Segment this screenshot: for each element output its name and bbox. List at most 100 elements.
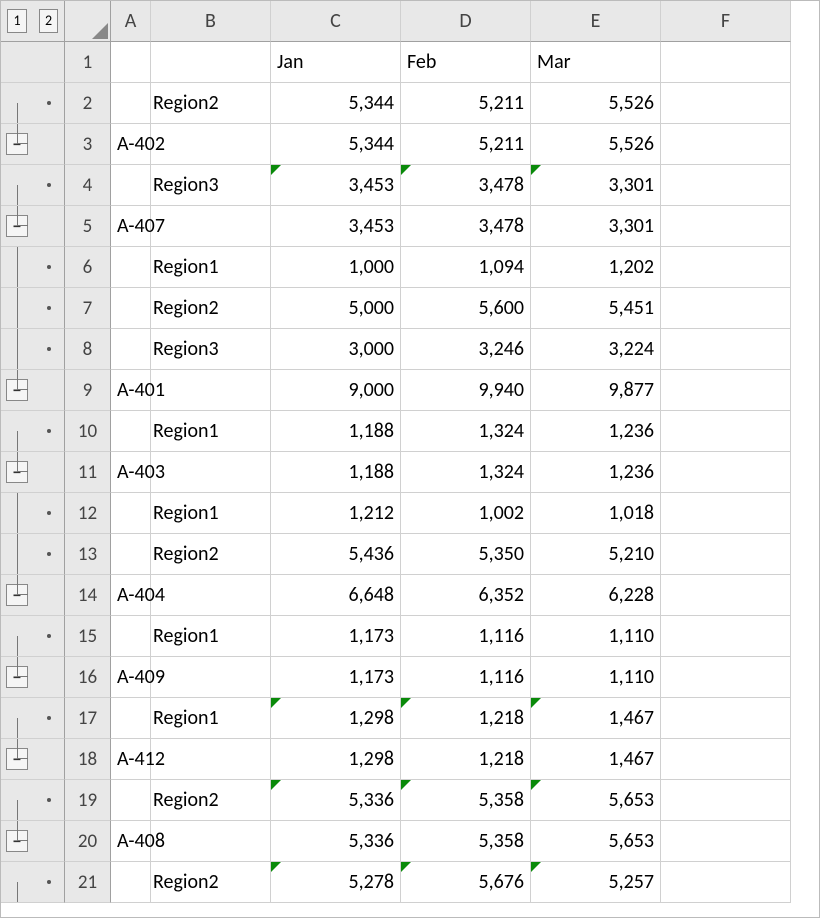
outline-col1-row19[interactable] bbox=[1, 780, 33, 821]
cell-B10[interactable]: Region1 bbox=[151, 411, 271, 452]
cell-F7[interactable] bbox=[661, 288, 791, 329]
cell-A3[interactable]: A-402 bbox=[111, 124, 151, 165]
cell-F19[interactable] bbox=[661, 780, 791, 821]
cell-C7[interactable]: 5,000 bbox=[271, 288, 401, 329]
outline-col1-row18[interactable]: − bbox=[1, 739, 33, 780]
outline-col2-row10[interactable] bbox=[33, 411, 65, 452]
cell-B16[interactable] bbox=[151, 657, 271, 698]
col-header-B[interactable]: B bbox=[151, 1, 271, 42]
cell-D13[interactable]: 5,350 bbox=[401, 534, 531, 575]
cell-D2[interactable]: 5,211 bbox=[401, 83, 531, 124]
row-header-9[interactable]: 9 bbox=[65, 370, 111, 411]
outline-col2-row9[interactable] bbox=[33, 370, 65, 411]
cell-D3[interactable]: 5,211 bbox=[401, 124, 531, 165]
outline-col1-row7[interactable] bbox=[1, 288, 33, 329]
outline-col2-row3[interactable] bbox=[33, 124, 65, 165]
cell-B11[interactable] bbox=[151, 452, 271, 493]
cell-F14[interactable] bbox=[661, 575, 791, 616]
cell-D16[interactable]: 1,116 bbox=[401, 657, 531, 698]
cell-E12[interactable]: 1,018 bbox=[531, 493, 661, 534]
outline-col2-row2[interactable] bbox=[33, 83, 65, 124]
outline-col2-row19[interactable] bbox=[33, 780, 65, 821]
col-header-E[interactable]: E bbox=[531, 1, 661, 42]
cell-B1[interactable] bbox=[151, 42, 271, 83]
row-header-21[interactable]: 21 bbox=[65, 862, 111, 903]
cell-A10[interactable] bbox=[111, 411, 151, 452]
outline-col2-row11[interactable] bbox=[33, 452, 65, 493]
cell-A21[interactable] bbox=[111, 862, 151, 903]
cell-A17[interactable] bbox=[111, 698, 151, 739]
row-header-15[interactable]: 15 bbox=[65, 616, 111, 657]
cell-A9[interactable]: A-401 bbox=[111, 370, 151, 411]
outline-col1-row15[interactable] bbox=[1, 616, 33, 657]
row-header-3[interactable]: 3 bbox=[65, 124, 111, 165]
cell-D11[interactable]: 1,324 bbox=[401, 452, 531, 493]
row-header-17[interactable]: 17 bbox=[65, 698, 111, 739]
cell-B17[interactable]: Region1 bbox=[151, 698, 271, 739]
cell-B15[interactable]: Region1 bbox=[151, 616, 271, 657]
cell-E7[interactable]: 5,451 bbox=[531, 288, 661, 329]
row-header-14[interactable]: 14 bbox=[65, 575, 111, 616]
cell-C6[interactable]: 1,000 bbox=[271, 247, 401, 288]
cell-E14[interactable]: 6,228 bbox=[531, 575, 661, 616]
cell-F12[interactable] bbox=[661, 493, 791, 534]
cell-F18[interactable] bbox=[661, 739, 791, 780]
cell-F9[interactable] bbox=[661, 370, 791, 411]
outline-col2-row12[interactable] bbox=[33, 493, 65, 534]
cell-B19[interactable]: Region2 bbox=[151, 780, 271, 821]
cell-D10[interactable]: 1,324 bbox=[401, 411, 531, 452]
outline-col2-row1[interactable] bbox=[33, 42, 65, 83]
cell-F16[interactable] bbox=[661, 657, 791, 698]
cell-B9[interactable] bbox=[151, 370, 271, 411]
outline-level-2-button[interactable]: 2 bbox=[39, 9, 58, 33]
cell-E21[interactable]: 5,257 bbox=[531, 862, 661, 903]
cell-D8[interactable]: 3,246 bbox=[401, 329, 531, 370]
outline-col1-row16[interactable]: − bbox=[1, 657, 33, 698]
outline-col2-row18[interactable] bbox=[33, 739, 65, 780]
cell-A19[interactable] bbox=[111, 780, 151, 821]
outline-col1-row13[interactable] bbox=[1, 534, 33, 575]
cell-C2[interactable]: 5,344 bbox=[271, 83, 401, 124]
outline-level-1[interactable]: 1 bbox=[1, 1, 33, 42]
cell-D14[interactable]: 6,352 bbox=[401, 575, 531, 616]
cell-D6[interactable]: 1,094 bbox=[401, 247, 531, 288]
row-header-19[interactable]: 19 bbox=[65, 780, 111, 821]
cell-D19[interactable]: 5,358 bbox=[401, 780, 531, 821]
cell-C21[interactable]: 5,278 bbox=[271, 862, 401, 903]
cell-E2[interactable]: 5,526 bbox=[531, 83, 661, 124]
cell-A5[interactable]: A-407 bbox=[111, 206, 151, 247]
cell-A7[interactable] bbox=[111, 288, 151, 329]
cell-E9[interactable]: 9,877 bbox=[531, 370, 661, 411]
row-header-16[interactable]: 16 bbox=[65, 657, 111, 698]
cell-A4[interactable] bbox=[111, 165, 151, 206]
row-header-18[interactable]: 18 bbox=[65, 739, 111, 780]
cell-F13[interactable] bbox=[661, 534, 791, 575]
outline-col1-row5[interactable]: − bbox=[1, 206, 33, 247]
outline-col1-row20[interactable]: − bbox=[1, 821, 33, 862]
cell-B3[interactable] bbox=[151, 124, 271, 165]
cell-E13[interactable]: 5,210 bbox=[531, 534, 661, 575]
cell-E16[interactable]: 1,110 bbox=[531, 657, 661, 698]
cell-D1[interactable]: Feb bbox=[401, 42, 531, 83]
outline-col2-row8[interactable] bbox=[33, 329, 65, 370]
cell-B2[interactable]: Region2 bbox=[151, 83, 271, 124]
cell-B14[interactable] bbox=[151, 575, 271, 616]
cell-E10[interactable]: 1,236 bbox=[531, 411, 661, 452]
outline-col2-row20[interactable] bbox=[33, 821, 65, 862]
cell-D18[interactable]: 1,218 bbox=[401, 739, 531, 780]
cell-C12[interactable]: 1,212 bbox=[271, 493, 401, 534]
outline-col1-row8[interactable] bbox=[1, 329, 33, 370]
outline-col2-row16[interactable] bbox=[33, 657, 65, 698]
outline-col2-row21[interactable] bbox=[33, 862, 65, 903]
cell-E8[interactable]: 3,224 bbox=[531, 329, 661, 370]
cell-D20[interactable]: 5,358 bbox=[401, 821, 531, 862]
col-header-A[interactable]: A bbox=[111, 1, 151, 42]
cell-C18[interactable]: 1,298 bbox=[271, 739, 401, 780]
cell-A1[interactable] bbox=[111, 42, 151, 83]
cell-F11[interactable] bbox=[661, 452, 791, 493]
row-header-7[interactable]: 7 bbox=[65, 288, 111, 329]
cell-D21[interactable]: 5,676 bbox=[401, 862, 531, 903]
outline-col1-row11[interactable]: − bbox=[1, 452, 33, 493]
cell-B8[interactable]: Region3 bbox=[151, 329, 271, 370]
cell-E11[interactable]: 1,236 bbox=[531, 452, 661, 493]
